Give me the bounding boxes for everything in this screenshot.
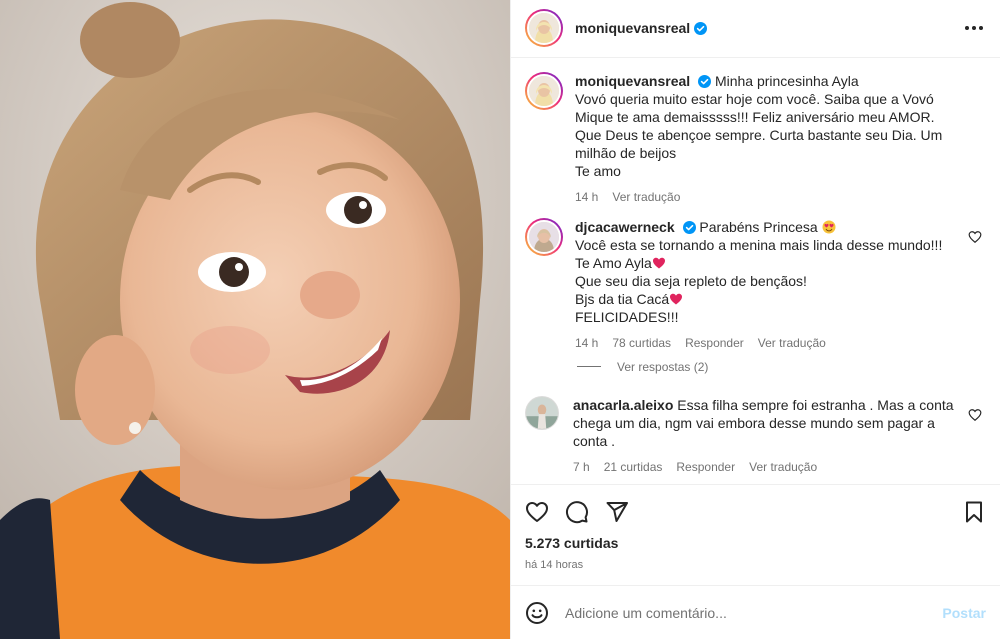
caption-text: moniquevansreal Minha princesinha Ayla V… <box>575 72 960 180</box>
comment-line: Que seu dia seja repleto de bençãos! <box>575 272 807 289</box>
post-button[interactable]: Postar <box>942 605 986 621</box>
comment-line: Te Amo Ayla <box>575 254 652 271</box>
author-avatar[interactable] <box>525 9 563 48</box>
caption: moniquevansreal Minha princesinha Ayla V… <box>525 71 986 204</box>
red-heart-emoji-icon <box>652 257 665 269</box>
post-panel: moniquevansreal moniquevansreal Minha pr… <box>510 0 1000 639</box>
heart-eyes-emoji-icon <box>822 220 836 234</box>
comment-likes[interactable]: 78 curtidas <box>612 336 671 350</box>
post-photo <box>0 0 510 639</box>
caption-line: Vovó queria muito estar hoje com você. S… <box>575 90 943 161</box>
reply-button[interactable]: Responder <box>676 460 735 474</box>
comment-line: FELICIDADES!!! <box>575 308 679 325</box>
comment-meta: 14 h 78 curtidas Responder Ver tradução <box>575 336 960 350</box>
comment-line-with-heart: Bjs da tia Cacá <box>575 290 960 308</box>
caption-avatar[interactable] <box>525 71 563 110</box>
comment-meta: 7 h 21 curtidas Responder Ver tradução <box>573 460 960 474</box>
more-options-icon[interactable] <box>962 16 986 40</box>
comment: djcacawerneck Parabéns Princesa Você est… <box>525 217 986 350</box>
comment-author[interactable]: djcacawerneck <box>575 219 675 235</box>
view-replies-label: Ver respostas (2) <box>617 359 709 374</box>
comment-likes[interactable]: 21 curtidas <box>604 460 663 474</box>
verified-badge-icon <box>682 220 696 234</box>
comment-author[interactable]: anacarla.aleixo <box>573 397 673 413</box>
caption-line: Te amo <box>575 162 621 179</box>
comment-line: Você esta se tornando a menina mais lind… <box>575 236 943 253</box>
reply-button[interactable]: Responder <box>685 336 744 350</box>
comment: anacarla.aleixo Essa filha sempre foi es… <box>525 395 986 474</box>
comment-input[interactable] <box>565 604 943 621</box>
red-heart-emoji-icon <box>670 293 683 305</box>
caption-time: 14 h <box>575 189 599 204</box>
author-username[interactable]: moniquevansreal <box>575 20 690 36</box>
comment-line: Bjs da tia Cacá <box>575 290 670 307</box>
action-bar <box>525 495 986 529</box>
comment-like-heart-icon[interactable] <box>968 408 982 422</box>
translate-link[interactable]: Ver tradução <box>749 460 817 474</box>
comment-text: anacarla.aleixo Essa filha sempre foi es… <box>573 396 960 450</box>
bookmark-icon[interactable] <box>962 500 986 524</box>
heart-icon[interactable] <box>525 500 549 524</box>
avatar-image <box>529 13 559 44</box>
comment-avatar[interactable] <box>525 395 559 430</box>
comment-avatar[interactable] <box>525 217 563 256</box>
comment-composer: Postar <box>511 585 1000 639</box>
replies-divider <box>577 366 601 368</box>
translate-link[interactable]: Ver tradução <box>612 190 680 204</box>
post-photo-image <box>0 0 510 639</box>
smiley-icon[interactable] <box>525 601 549 625</box>
caption-line: Minha princesinha Ayla <box>714 72 859 89</box>
comment-icon[interactable] <box>565 500 589 524</box>
post-header: moniquevansreal <box>511 0 1000 58</box>
post-actions-section: 5.273 curtidas há 14 horas <box>511 484 1000 585</box>
verified-badge-icon <box>698 74 712 88</box>
verified-badge-icon <box>694 21 708 35</box>
comment-like-heart-icon[interactable] <box>968 230 982 244</box>
comment-text: djcacawerneck Parabéns Princesa Você est… <box>575 218 960 326</box>
view-replies-button[interactable]: Ver respostas (2) <box>577 360 986 374</box>
translate-link[interactable]: Ver tradução <box>758 336 826 350</box>
post-time: há 14 horas <box>525 559 584 572</box>
likes-count[interactable]: 5.273 curtidas <box>525 535 986 551</box>
comment-line: Parabéns Princesa <box>699 218 818 235</box>
comment-line-with-heart: Te Amo Ayla <box>575 254 960 272</box>
comments-list: moniquevansreal Minha princesinha Ayla V… <box>511 58 1000 485</box>
comment-time: 7 h <box>573 459 590 474</box>
comment-time: 14 h <box>575 335 599 350</box>
caption-meta: 14 h Ver tradução <box>575 190 960 204</box>
send-icon[interactable] <box>605 500 629 524</box>
caption-author[interactable]: moniquevansreal <box>575 73 690 89</box>
